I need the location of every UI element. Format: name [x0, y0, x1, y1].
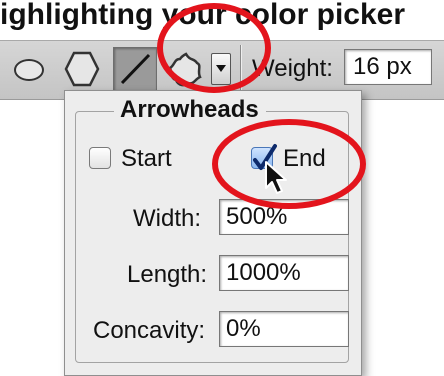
arrowheads-panel: Arrowheads Start End Width: 500% Length:…: [64, 90, 362, 376]
chevron-down-icon: [216, 65, 226, 72]
width-label: Width:: [133, 205, 202, 232]
arrowheads-group-title: Arrowheads: [114, 96, 266, 124]
concavity-label: Concavity:: [93, 317, 206, 344]
polygon-tool-icon[interactable]: [60, 49, 104, 89]
page-heading: ighlighting your color picker: [0, 0, 406, 30]
mouse-pointer-icon: [265, 161, 287, 194]
shape-options-dropdown-button[interactable]: [211, 53, 231, 85]
divider: [240, 45, 241, 95]
start-checkbox[interactable]: [89, 147, 111, 169]
custom-shape-tool-icon[interactable]: [164, 49, 208, 91]
width-input[interactable]: 500%: [219, 199, 349, 235]
weight-label: Weight:: [252, 55, 333, 82]
length-label: Length:: [127, 261, 208, 288]
weight-input[interactable]: 16 px: [344, 49, 432, 85]
ellipse-tool-icon[interactable]: [14, 59, 44, 81]
line-tool-icon[interactable]: [113, 47, 157, 91]
start-label[interactable]: Start: [121, 145, 172, 173]
length-input[interactable]: 1000%: [219, 255, 349, 291]
concavity-input[interactable]: 0%: [219, 311, 349, 347]
